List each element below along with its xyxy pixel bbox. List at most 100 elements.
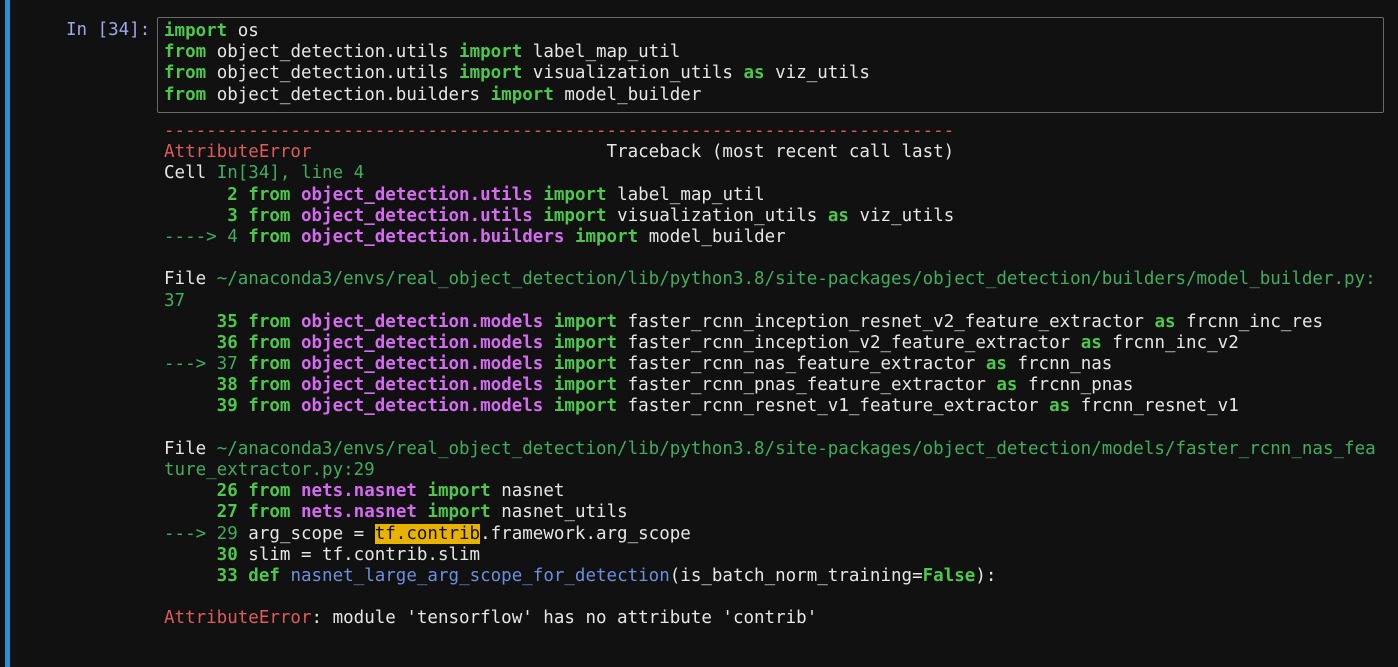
traceback-line: File ~/anaconda3/envs/real_object_detect… xyxy=(164,439,1388,460)
code-token: from xyxy=(248,396,291,417)
code-input-area[interactable]: import os from object_detection.utils imp… xyxy=(157,17,1384,113)
code-editor[interactable]: import os from object_detection.utils imp… xyxy=(164,21,870,106)
code-token: ---> 29 xyxy=(164,523,249,544)
code-token: 30 xyxy=(164,544,249,565)
code-token: from xyxy=(248,184,291,205)
code-token: 36 xyxy=(164,332,249,353)
code-token: import xyxy=(459,63,523,84)
traceback-line: ture_extractor.py:29 xyxy=(164,460,1388,481)
code-token: 3 xyxy=(164,205,249,226)
code-token: object_detection.models xyxy=(301,375,544,396)
code-token: from xyxy=(248,375,291,396)
code-token: import xyxy=(427,481,491,502)
traceback-line: 27 from nets.nasnet import nasnet_utils xyxy=(164,502,1388,523)
code-token: import xyxy=(553,332,618,353)
code-token: as xyxy=(1049,396,1071,417)
traceback-line: 36 from object_detection.models import f… xyxy=(164,333,1388,354)
traceback-line: Cell In[34], line 4 xyxy=(164,163,1388,184)
code-token: ---> 37 xyxy=(164,354,249,375)
traceback-line: 37 xyxy=(164,291,1388,312)
cell-selection-bar xyxy=(5,0,10,667)
highlighted-token: tf.contrib xyxy=(374,523,481,544)
code-token: 27 xyxy=(164,502,249,523)
code-token: from xyxy=(248,502,291,523)
code-token: File xyxy=(164,269,217,290)
code-token: model_builder xyxy=(553,84,702,105)
code-token: 33 xyxy=(164,565,249,586)
code-token: from xyxy=(164,42,207,63)
code-token: ): xyxy=(975,565,997,586)
code-token: import xyxy=(490,84,554,105)
traceback-line: ----------------------------------------… xyxy=(164,121,1388,142)
code-token: visualization_utils xyxy=(606,205,828,226)
code-token: object_detection.utils xyxy=(301,205,533,226)
code-line: from object_detection.builders import mo… xyxy=(164,85,870,106)
code-token: AttributeError xyxy=(164,608,312,629)
code-token: from xyxy=(164,84,207,105)
traceback-line: 38 from object_detection.models import f… xyxy=(164,375,1388,396)
traceback-line: 35 from object_detection.models import f… xyxy=(164,312,1388,333)
code-token: from xyxy=(248,311,291,332)
code-token: (is_batch_norm_training= xyxy=(669,565,923,586)
code-token: object_detection.models xyxy=(301,332,544,353)
code-token: 26 xyxy=(164,481,249,502)
traceback-line: AttributeError: module 'tensorflow' has … xyxy=(164,608,1388,629)
code-token: File xyxy=(164,438,217,459)
code-token: frcnn_inc_res xyxy=(1175,311,1324,332)
code-token: Cell xyxy=(164,163,217,184)
traceback-line: 26 from nets.nasnet import nasnet xyxy=(164,481,1388,502)
code-token: from xyxy=(248,354,291,375)
code-token: viz_utils xyxy=(848,205,955,226)
traceback-line: 3 from object_detection.utils import vis… xyxy=(164,206,1388,227)
code-token: os xyxy=(227,21,259,41)
traceback-line: ---> 29 arg_scope = tf.contrib.framework… xyxy=(164,523,1388,545)
code-token: as xyxy=(996,375,1018,396)
traceback-line: AttributeError Traceback (most recent ca… xyxy=(164,142,1388,163)
code-token: import xyxy=(164,21,228,41)
code-token: label_map_util xyxy=(522,42,681,63)
traceback-line: ----> 4 from object_detection.builders i… xyxy=(164,227,1388,248)
code-token: import xyxy=(543,205,607,226)
traceback-line: 30 slim = tf.contrib.slim xyxy=(164,545,1388,566)
code-token: object_detection.builders xyxy=(301,226,565,247)
code-token: import xyxy=(553,396,618,417)
code-token: import xyxy=(553,375,618,396)
error-traceback-output: ----------------------------------------… xyxy=(164,121,1388,630)
code-token: as xyxy=(827,205,849,226)
code-token: In[34], line 4 xyxy=(216,163,365,184)
code-token: object_detection.models xyxy=(301,396,544,417)
code-token: 35 xyxy=(164,311,249,332)
code-token: AttributeError xyxy=(164,142,312,163)
code-token: object_detection.utils xyxy=(206,63,460,84)
code-token: nets.nasnet xyxy=(301,502,417,523)
code-token: from xyxy=(248,332,291,353)
traceback-line: 33 def nasnet_large_arg_scope_for_detect… xyxy=(164,566,1388,587)
code-token: faster_rcnn_nas_feature_extractor xyxy=(617,354,986,375)
code-token: label_map_util xyxy=(606,184,765,205)
code-token: nasnet_large_arg_scope_for_detection xyxy=(290,565,670,586)
code-token: import xyxy=(427,502,491,523)
code-token: import xyxy=(459,42,523,63)
code-token: frcnn_nas xyxy=(1006,354,1113,375)
traceback-line: 2 from object_detection.utils import lab… xyxy=(164,185,1388,206)
code-token: import xyxy=(553,354,618,375)
code-token: ----> 4 xyxy=(164,226,249,247)
code-token: 2 xyxy=(164,184,249,205)
code-token: frcnn_inc_v2 xyxy=(1101,332,1239,353)
